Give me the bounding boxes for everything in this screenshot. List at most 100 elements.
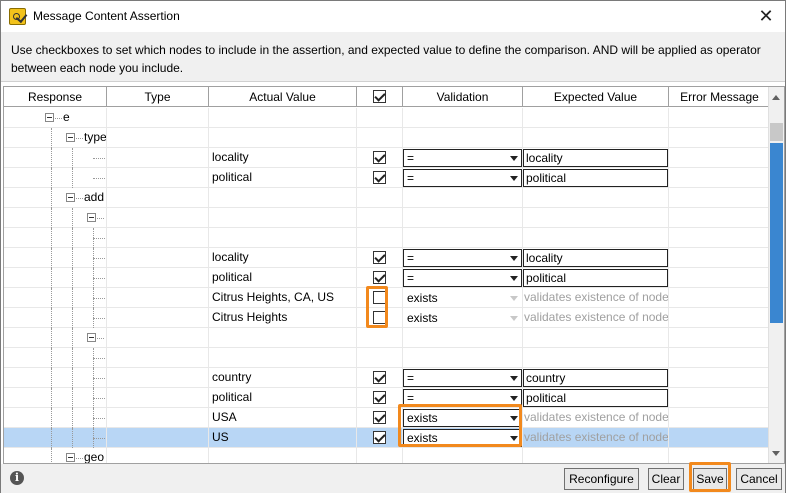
info-icon[interactable]: i bbox=[10, 471, 24, 485]
validation-dropdown[interactable]: = bbox=[403, 369, 522, 387]
dropdown-arrow-icon[interactable] bbox=[510, 416, 518, 421]
include-checkbox[interactable] bbox=[373, 371, 386, 384]
scroll-down-icon[interactable] bbox=[769, 445, 784, 461]
tree-guide-line bbox=[72, 208, 73, 228]
table-row[interactable]: USA exists validates existence of node bbox=[4, 408, 770, 428]
error-message-cell bbox=[669, 328, 770, 348]
include-checkbox[interactable] bbox=[373, 411, 386, 424]
table-row[interactable] bbox=[4, 208, 770, 228]
validation-dropdown[interactable]: exists bbox=[403, 289, 522, 307]
reconfigure-button[interactable]: Reconfigure bbox=[564, 468, 639, 490]
dropdown-arrow-icon[interactable] bbox=[510, 376, 518, 381]
expected-value-field[interactable]: political bbox=[523, 389, 668, 407]
actual-value-cell bbox=[209, 128, 357, 148]
type-cell bbox=[107, 228, 209, 248]
col-header-response[interactable]: Response bbox=[4, 87, 107, 107]
col-header-error-message[interactable]: Error Message bbox=[669, 87, 770, 107]
expected-value-cell bbox=[523, 228, 669, 248]
scroll-track[interactable] bbox=[770, 123, 783, 141]
validation-dropdown[interactable]: exists bbox=[403, 309, 522, 327]
include-checkbox[interactable] bbox=[373, 291, 386, 304]
validation-dropdown[interactable]: exists bbox=[403, 409, 522, 427]
col-header-expected-value[interactable]: Expected Value bbox=[523, 87, 669, 107]
validation-dropdown[interactable]: = bbox=[403, 169, 522, 187]
expected-value-field[interactable]: political bbox=[523, 269, 668, 287]
include-checkbox[interactable] bbox=[373, 251, 386, 264]
collapse-icon[interactable] bbox=[45, 113, 54, 122]
select-all-checkbox[interactable] bbox=[373, 89, 386, 103]
validation-dropdown[interactable]: exists bbox=[403, 429, 522, 447]
expected-value-field[interactable]: country bbox=[523, 369, 668, 387]
table-row[interactable]: geo bbox=[4, 448, 770, 463]
validation-dropdown[interactable]: = bbox=[403, 249, 522, 267]
include-checkbox[interactable] bbox=[373, 391, 386, 404]
include-checkbox[interactable] bbox=[373, 271, 386, 284]
expected-value-field[interactable]: locality bbox=[523, 149, 668, 167]
expected-value-field[interactable]: locality bbox=[523, 249, 668, 267]
table-row[interactable]: political = political bbox=[4, 168, 770, 188]
table-row[interactable] bbox=[4, 328, 770, 348]
table-row[interactable]: e bbox=[4, 108, 770, 128]
table-row[interactable]: type bbox=[4, 128, 770, 148]
table-row[interactable]: locality = locality bbox=[4, 148, 770, 168]
close-icon[interactable]: ✕ bbox=[755, 5, 777, 27]
dropdown-arrow-icon[interactable] bbox=[510, 176, 518, 181]
include-checkbox[interactable] bbox=[373, 171, 386, 184]
validation-dropdown[interactable]: = bbox=[403, 389, 522, 407]
dropdown-arrow-icon[interactable] bbox=[510, 276, 518, 281]
include-checkbox[interactable] bbox=[373, 311, 386, 324]
error-message-cell bbox=[669, 188, 770, 208]
dropdown-arrow-icon[interactable] bbox=[510, 436, 518, 441]
clear-button[interactable]: Clear bbox=[648, 468, 684, 490]
tree-node-label[interactable]: geo bbox=[84, 448, 104, 463]
collapse-icon[interactable] bbox=[87, 213, 96, 222]
include-checkbox[interactable] bbox=[373, 431, 386, 444]
table-row[interactable]: Citrus Heights, CA, US exists validates ex… bbox=[4, 288, 770, 308]
expected-value-field[interactable]: political bbox=[523, 169, 668, 187]
table-row[interactable] bbox=[4, 228, 770, 248]
col-header-validation[interactable]: Validation bbox=[403, 87, 523, 107]
tree-node-label[interactable]: e bbox=[63, 108, 70, 128]
cancel-button[interactable]: Cancel bbox=[736, 468, 782, 490]
table-row[interactable]: Citrus Heights exists validates existence … bbox=[4, 308, 770, 328]
tree-node-label[interactable]: type bbox=[84, 128, 106, 148]
col-header-include-all[interactable] bbox=[357, 87, 403, 107]
scroll-up-icon[interactable] bbox=[769, 89, 784, 105]
tree-guide-line bbox=[51, 148, 52, 168]
table-row[interactable] bbox=[4, 348, 770, 368]
validation-value: = bbox=[407, 271, 415, 285]
vertical-scrollbar[interactable] bbox=[768, 87, 784, 463]
col-header-actual-value[interactable]: Actual Value bbox=[209, 87, 357, 107]
tree-node-label[interactable]: add bbox=[84, 188, 104, 208]
expected-value-cell bbox=[523, 448, 669, 463]
dropdown-arrow-icon[interactable] bbox=[510, 256, 518, 261]
dropdown-arrow-icon[interactable] bbox=[510, 316, 518, 321]
table-row[interactable]: political = political bbox=[4, 268, 770, 288]
validation-dropdown[interactable]: = bbox=[403, 149, 522, 167]
collapse-icon[interactable] bbox=[87, 333, 96, 342]
tree-guide-line bbox=[51, 288, 52, 308]
actual-value-cell bbox=[209, 328, 357, 348]
table-row[interactable]: locality = locality bbox=[4, 248, 770, 268]
table-row[interactable]: country = country bbox=[4, 368, 770, 388]
table-row[interactable]: political = political bbox=[4, 388, 770, 408]
table-row[interactable]: US exists validates existence of node bbox=[4, 428, 770, 448]
validation-dropdown[interactable]: = bbox=[403, 269, 522, 287]
table-row[interactable]: add bbox=[4, 188, 770, 208]
include-checkbox[interactable] bbox=[373, 151, 386, 164]
dropdown-arrow-icon[interactable] bbox=[510, 296, 518, 301]
col-header-type[interactable]: Type bbox=[107, 87, 209, 107]
collapse-icon[interactable] bbox=[66, 133, 75, 142]
include-cell bbox=[357, 308, 403, 328]
scroll-thumb[interactable] bbox=[770, 143, 783, 323]
highlight-save-button bbox=[689, 462, 731, 492]
tree-guide-line bbox=[51, 208, 52, 228]
dropdown-arrow-icon[interactable] bbox=[510, 156, 518, 161]
response-tree-cell bbox=[4, 268, 107, 288]
type-cell bbox=[107, 148, 209, 168]
error-message-cell bbox=[669, 208, 770, 228]
collapse-icon[interactable] bbox=[66, 453, 75, 462]
collapse-icon[interactable] bbox=[66, 193, 75, 202]
expected-value-cell bbox=[523, 348, 669, 368]
dropdown-arrow-icon[interactable] bbox=[510, 396, 518, 401]
